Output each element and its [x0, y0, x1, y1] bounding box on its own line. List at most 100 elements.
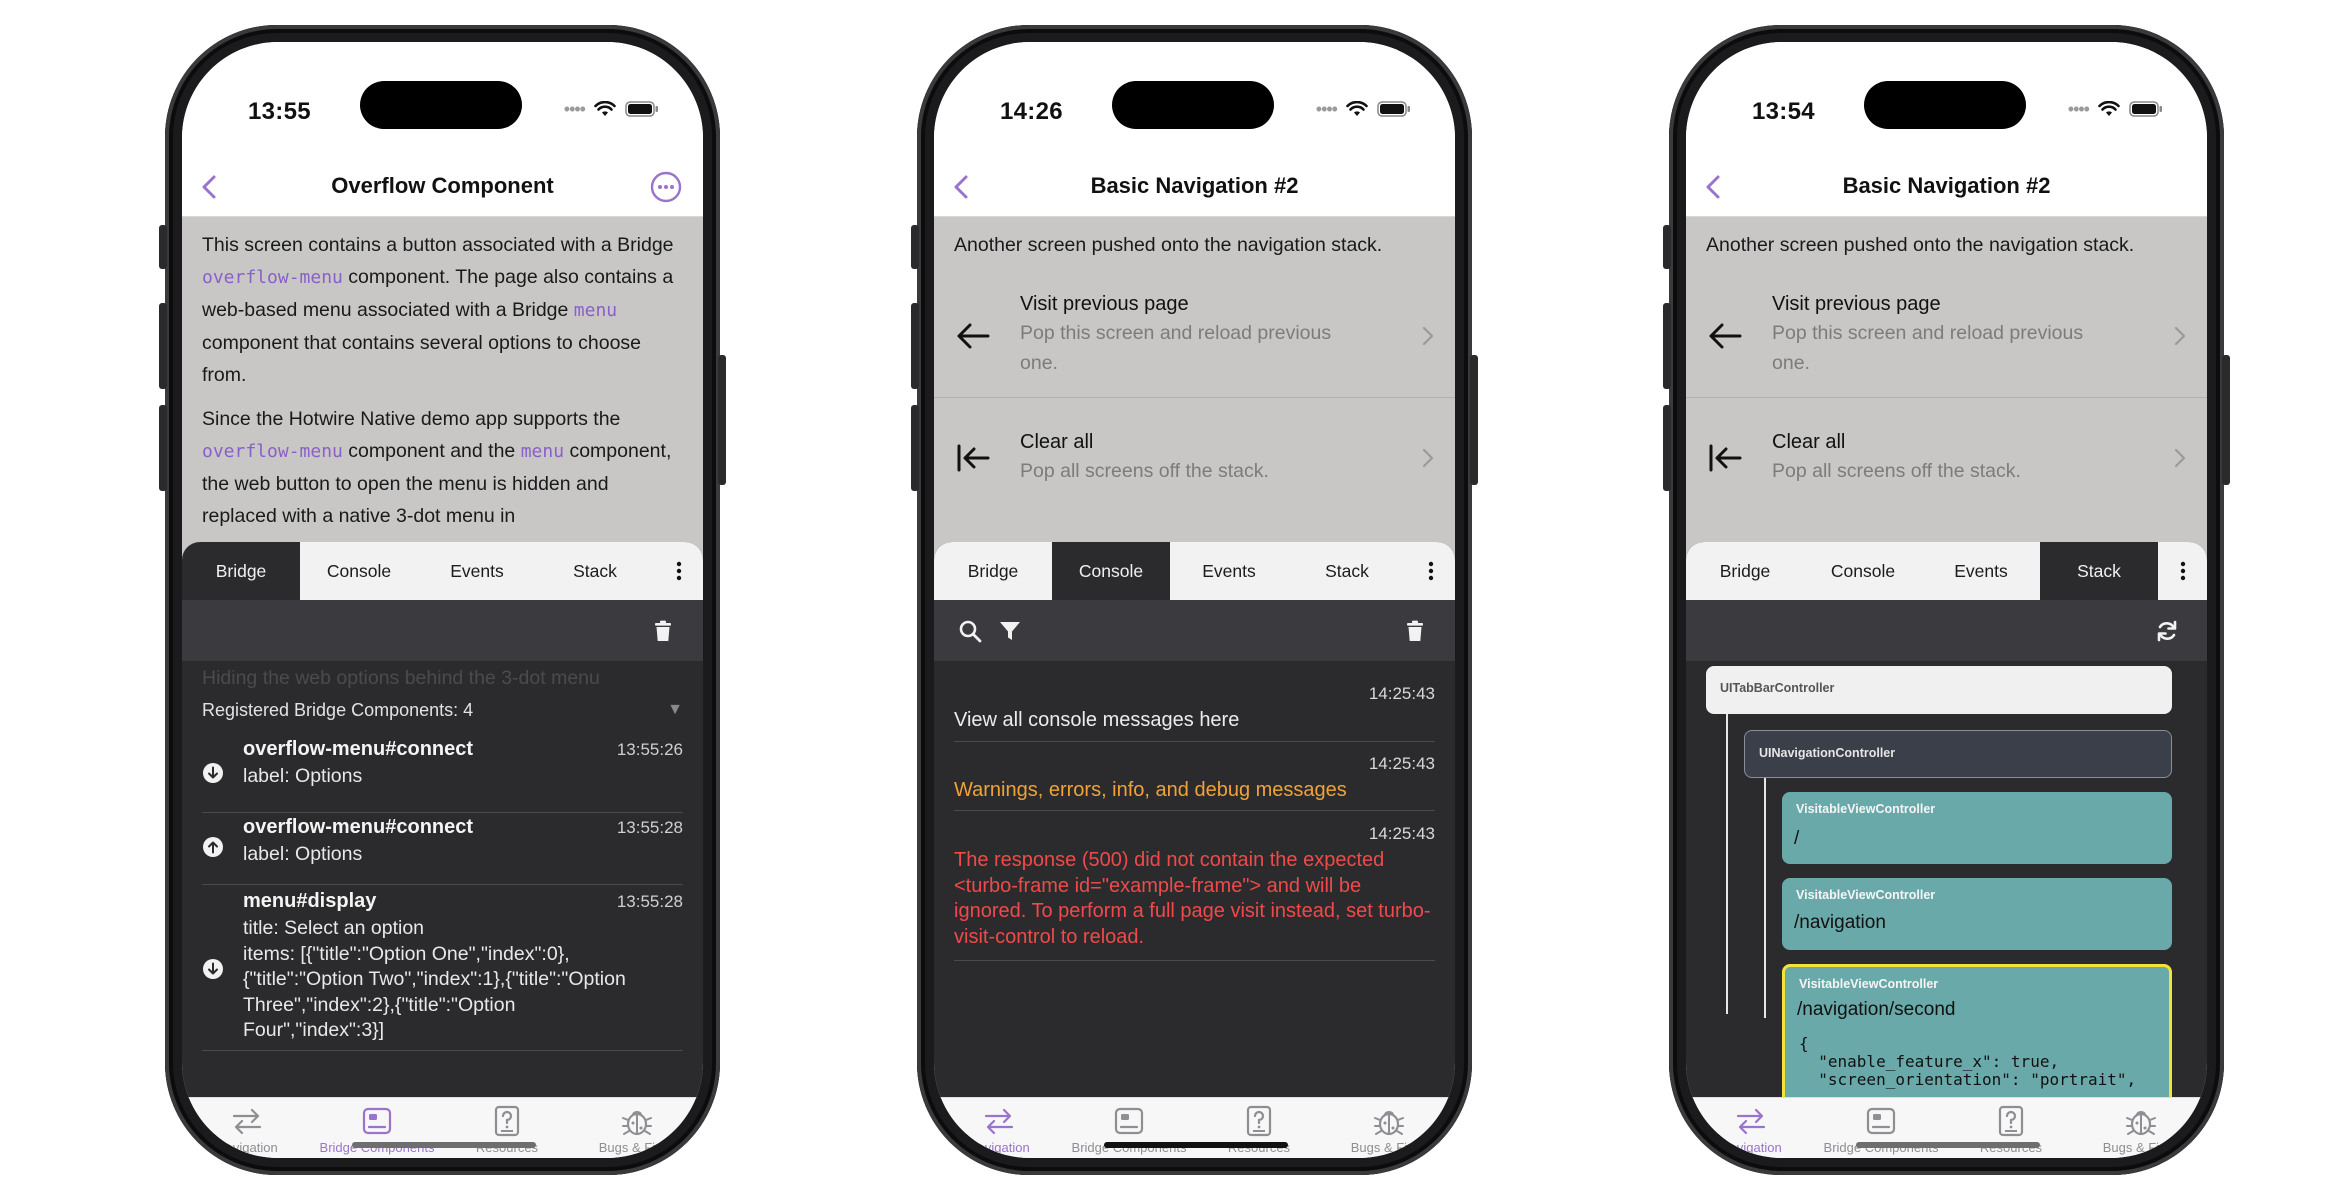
battery-icon	[2129, 101, 2162, 117]
battery-icon	[625, 101, 658, 117]
bridge-message[interactable]: overflow-menu#connect 13:55:26 label: Op…	[202, 738, 683, 813]
visit-previous-row[interactable]: Visit previous page Pop this screen and …	[934, 274, 1455, 398]
tab-bugs-fixes[interactable]: Bugs & Fixes	[572, 1104, 702, 1155]
tab-bugs-fixes[interactable]: Bugs & Fixes	[2076, 1104, 2206, 1155]
question-doc-icon	[1246, 1105, 1272, 1137]
arrow-left-icon	[1709, 323, 1742, 348]
dynamic-island	[360, 81, 522, 129]
tab-bridge[interactable]: Bridge	[182, 542, 300, 600]
tab-events[interactable]: Events	[1170, 542, 1288, 600]
stack-node-tabbar[interactable]: UITabBarController	[1706, 666, 2172, 714]
stack-node-navigation[interactable]: UINavigationController	[1744, 730, 2172, 778]
page-title: Basic Navigation #2	[1842, 173, 2051, 198]
bridge-message[interactable]: menu#display 13:55:28 title: Select an o…	[202, 885, 683, 1051]
tab-console[interactable]: Console	[1052, 542, 1170, 600]
screen: 13:55 •••• Overflow Component This scree…	[182, 42, 703, 1158]
wifi-icon	[1346, 101, 1368, 116]
more-options-icon[interactable]	[649, 170, 683, 204]
chevron-right-icon	[1422, 448, 1434, 468]
tab-bugs-fixes[interactable]: Bugs & Fixes	[1324, 1104, 1454, 1155]
tab-navigation[interactable]: Navigation	[182, 1104, 312, 1155]
web-content: This screen contains a button associated…	[182, 217, 703, 577]
debug-panel: Bridge Console Events Stack Hiding the w…	[182, 542, 703, 1097]
web-content: Another screen pushed onto the navigatio…	[1686, 217, 2207, 577]
stack-node-visitable[interactable]: VisitableViewController /navigation	[1782, 878, 2172, 950]
tab-navigation[interactable]: Navigation	[934, 1104, 1064, 1155]
question-doc-icon	[494, 1105, 520, 1137]
clear-all-row[interactable]: Clear all Pop all screens off the stack.	[934, 398, 1455, 518]
navigation-bar: Basic Navigation #2	[934, 157, 1455, 217]
debug-tabs: Bridge Console Events Stack	[934, 542, 1455, 600]
dynamic-island	[1864, 81, 2026, 129]
visit-previous-row[interactable]: Visit previous page Pop this screen and …	[1686, 274, 2207, 398]
phone-stack: 13:54 •••• Basic Navigation #2 Another s…	[1663, 25, 2230, 1175]
debug-more-button[interactable]	[1406, 542, 1455, 600]
ladybug-icon	[622, 1111, 652, 1136]
dynamic-island	[1112, 81, 1274, 129]
trash-icon[interactable]	[1403, 619, 1427, 643]
filter-icon[interactable]	[998, 619, 1022, 643]
debug-toolbar	[182, 600, 703, 661]
debug-panel: Bridge Console Events Stack 14:25:43 Vie…	[934, 542, 1455, 1097]
debug-tabs: Bridge Console Events Stack	[182, 542, 703, 600]
component-card-icon	[362, 1107, 392, 1135]
tab-bar: Navigation Bridge Components Resources B…	[1686, 1097, 2207, 1158]
navigation-bar: Overflow Component	[182, 157, 703, 217]
tab-events[interactable]: Events	[418, 542, 536, 600]
tab-console[interactable]: Console	[1804, 542, 1922, 600]
page-title: Basic Navigation #2	[1090, 173, 1299, 198]
console-log-entry[interactable]: 14:25:43 The response (500) did not cont…	[954, 824, 1435, 961]
arrow-left-icon	[957, 323, 990, 348]
disclosure-triangle-icon: ▼	[667, 701, 683, 718]
intro-text: Another screen pushed onto the navigatio…	[1706, 234, 2135, 256]
console-log-entry[interactable]: 14:25:43 Warnings, errors, info, and deb…	[954, 754, 1435, 811]
clear-all-row[interactable]: Clear all Pop all screens off the stack.	[1686, 398, 2207, 518]
debug-tabs: Bridge Console Events Stack	[1686, 542, 2207, 600]
status-time: 13:55	[248, 98, 311, 125]
signal-icon: ••••	[1315, 99, 1338, 119]
tab-console[interactable]: Console	[300, 542, 418, 600]
bridge-message[interactable]: overflow-menu#connect 13:55:28 label: Op…	[202, 812, 683, 885]
debug-panel: Bridge Console Events Stack UITabBarCont…	[1686, 542, 2207, 1097]
arrow-left-to-line-icon	[957, 444, 990, 472]
debug-toolbar	[1686, 600, 2207, 661]
search-icon[interactable]	[958, 619, 982, 643]
console-log-entry[interactable]: 14:25:43 View all console messages here	[954, 684, 1435, 742]
tab-navigation[interactable]: Navigation	[1686, 1104, 1816, 1155]
stack-node-visitable-current[interactable]: VisitableViewController /navigation/seco…	[1782, 964, 2172, 1097]
screen: 14:26 •••• Basic Navigation #2 Another s…	[934, 42, 1455, 1158]
tab-stack[interactable]: Stack	[1288, 542, 1406, 600]
status-bar: 14:26 ••••	[934, 42, 1455, 157]
tab-bar: Navigation Bridge Components Resources B…	[182, 1097, 703, 1158]
vertical-dots-icon	[676, 561, 681, 581]
web-content: Another screen pushed onto the navigatio…	[934, 217, 1455, 577]
home-indicator	[352, 1142, 536, 1148]
paragraph-2: Since the Hotwire Native demo app suppor…	[202, 408, 672, 527]
refresh-icon[interactable]	[2155, 619, 2179, 643]
intro-text: Another screen pushed onto the navigatio…	[954, 234, 1383, 256]
status-bar: 13:55 ••••	[182, 42, 703, 157]
chevron-right-icon	[2174, 326, 2186, 345]
tab-bridge[interactable]: Bridge	[934, 542, 1052, 600]
signal-icon: ••••	[563, 99, 586, 119]
home-indicator	[1856, 1142, 2040, 1148]
tab-stack[interactable]: Stack	[536, 542, 654, 600]
tab-events[interactable]: Events	[1922, 542, 2040, 600]
arrow-down-circle-icon	[203, 959, 223, 979]
tab-stack[interactable]: Stack	[2040, 542, 2158, 600]
trash-icon[interactable]	[651, 619, 675, 643]
wifi-icon	[594, 101, 616, 116]
ladybug-icon	[2126, 1111, 2156, 1136]
arrows-left-right-icon	[232, 1108, 262, 1135]
status-time: 14:26	[1000, 98, 1063, 125]
status-time: 13:54	[1752, 98, 1815, 125]
phone-bridge: 13:55 •••• Overflow Component This scree…	[159, 25, 726, 1175]
registered-components-header[interactable]: Registered Bridge Components: 4 ▼	[202, 692, 683, 728]
debug-more-button[interactable]	[654, 542, 703, 600]
stack-node-visitable[interactable]: VisitableViewController /	[1782, 792, 2172, 864]
signal-icon: ••••	[2067, 99, 2090, 119]
debug-more-button[interactable]	[2158, 542, 2207, 600]
phone-console: 14:26 •••• Basic Navigation #2 Another s…	[911, 25, 1478, 1175]
tab-bridge[interactable]: Bridge	[1686, 542, 1804, 600]
status-bar: 13:54 ••••	[1686, 42, 2207, 157]
